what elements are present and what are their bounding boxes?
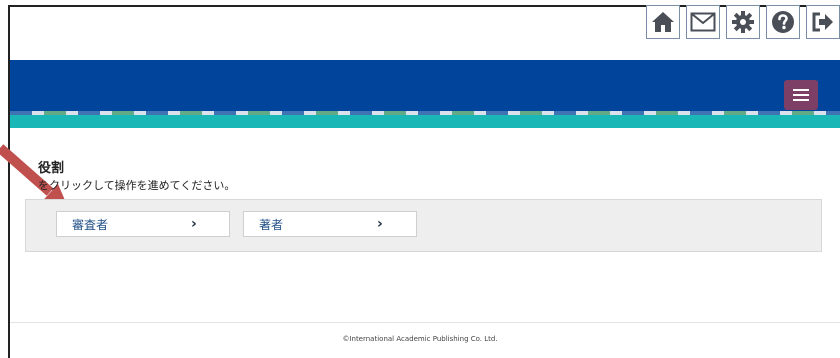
menu-button[interactable] [784, 80, 818, 110]
gear-icon [732, 11, 754, 33]
role-button-label: 審査者 [72, 217, 109, 232]
logout-button[interactable] [806, 5, 840, 39]
home-button[interactable] [646, 5, 680, 39]
menu-icon [793, 89, 809, 91]
help-icon [772, 11, 794, 33]
settings-button[interactable] [726, 5, 760, 39]
logout-icon [812, 12, 833, 32]
role-button-author[interactable]: 著者 › [243, 211, 417, 237]
chevron-right-icon: › [377, 216, 383, 232]
chevron-right-icon: › [191, 216, 197, 232]
role-button-reviewer[interactable]: 審査者 › [56, 211, 230, 237]
role-button-label: 著者 [259, 217, 284, 232]
accent-bar [10, 115, 840, 128]
mail-button[interactable] [686, 5, 720, 39]
mail-icon [690, 12, 716, 32]
footer-copyright: ©International Academic Publishing Co. L… [342, 335, 498, 343]
footer-divider [10, 322, 840, 323]
header-band [10, 60, 840, 111]
top-toolbar [646, 5, 840, 41]
role-instructions: をクリックして操作を進めてください。 [38, 179, 236, 192]
home-icon [652, 12, 674, 32]
help-button[interactable] [766, 5, 800, 39]
role-heading: 役割 [38, 161, 65, 176]
